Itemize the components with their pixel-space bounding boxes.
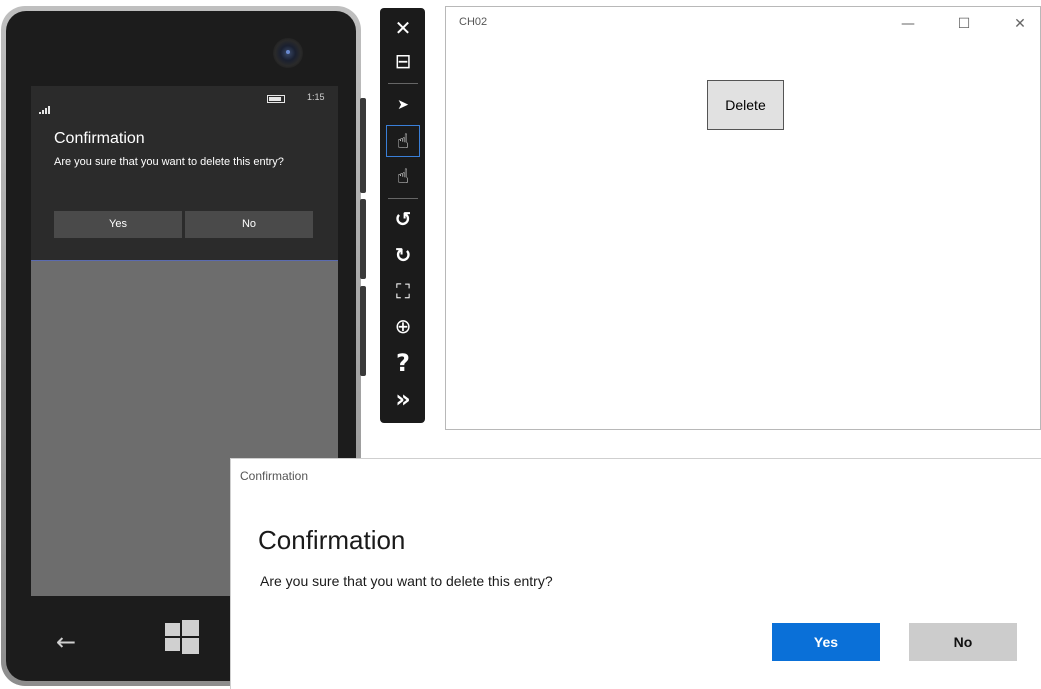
phone-dialog: 1:15 Confirmation Are you sure that you …	[31, 86, 338, 261]
delete-button[interactable]: Delete	[707, 80, 784, 130]
signal-icon	[39, 95, 51, 114]
phone-dialog-message: Are you sure that you want to delete thi…	[54, 156, 284, 168]
rotate-left-icon[interactable]: ↺	[387, 204, 419, 234]
close-icon[interactable]: ✕	[387, 13, 419, 43]
phone-no-button[interactable]: No	[185, 211, 313, 238]
status-time: 1:15	[307, 92, 325, 102]
help-icon[interactable]: ?	[387, 348, 419, 378]
phone-volume-button[interactable]	[360, 98, 366, 193]
windows-start-icon[interactable]	[165, 620, 199, 654]
phone-camera-button[interactable]	[360, 286, 366, 376]
confirmation-dialog: Confirmation Confirmation Are you sure t…	[230, 458, 1041, 689]
camera-icon	[273, 38, 303, 68]
phone-yes-button[interactable]: Yes	[54, 211, 182, 238]
maximize-window-icon[interactable]: ☐	[942, 10, 986, 38]
minimize-window-icon[interactable]: —	[886, 10, 930, 38]
minimize-icon[interactable]: ⊟	[387, 46, 419, 76]
app-window: CH02 — ☐ ✕ Delete	[445, 6, 1041, 430]
phone-power-button[interactable]	[360, 199, 366, 279]
zoom-icon[interactable]: ⊕	[387, 311, 419, 341]
phone-dialog-title: Confirmation	[54, 130, 145, 147]
dialog-message: Are you sure that you want to delete thi…	[260, 573, 553, 589]
fit-to-screen-icon[interactable]: ⛶	[387, 276, 419, 306]
emulator-toolbar: ✕ ⊟ ➤ ☝ ☝ ↺ ↻ ⛶ ⊕ ? »	[380, 8, 425, 423]
multi-touch-icon[interactable]: ☝	[387, 161, 419, 191]
single-touch-icon[interactable]: ☝	[386, 125, 420, 157]
window-title: CH02	[459, 16, 488, 28]
dialog-title: Confirmation	[258, 525, 406, 555]
no-button[interactable]: No	[909, 623, 1017, 661]
rotate-right-icon[interactable]: ↻	[387, 240, 419, 270]
close-window-icon[interactable]: ✕	[998, 10, 1041, 38]
battery-icon	[267, 94, 285, 104]
dialog-caption: Confirmation	[240, 469, 309, 483]
more-tools-icon[interactable]: »	[387, 384, 419, 414]
pointer-icon[interactable]: ➤	[387, 90, 419, 120]
back-arrow-icon[interactable]: ←	[56, 628, 76, 656]
yes-button[interactable]: Yes	[772, 623, 880, 661]
